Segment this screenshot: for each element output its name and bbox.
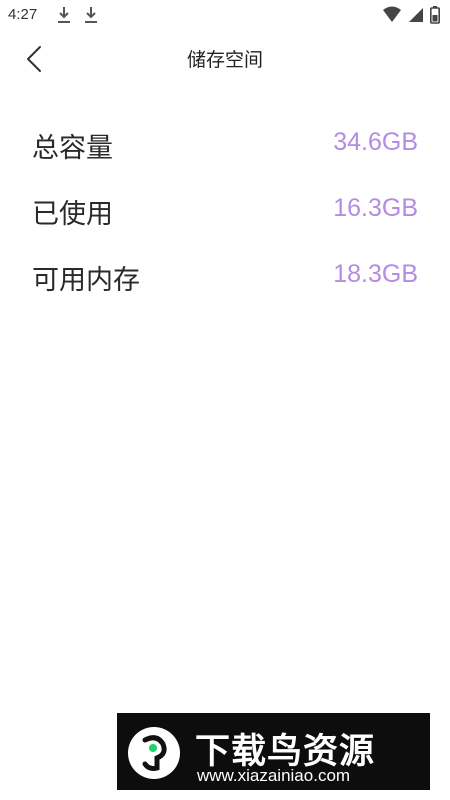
- cell-signal-icon: [408, 8, 423, 22]
- row-value: 34.6GB: [333, 128, 418, 156]
- status-bar: 4:27: [0, 0, 450, 30]
- status-time: 4:27: [8, 6, 38, 23]
- storage-row-used: 已使用 16.3GB: [0, 184, 450, 250]
- bird-logo-icon: [128, 727, 180, 779]
- row-label: 可用内存: [32, 265, 140, 296]
- wifi-icon: [382, 6, 401, 22]
- storage-row-total: 总容量 34.6GB: [0, 118, 450, 184]
- battery-icon: [430, 6, 440, 24]
- storage-row-available: 可用内存 18.3GB: [0, 250, 450, 316]
- row-value: 18.3GB: [333, 260, 418, 288]
- row-value: 16.3GB: [333, 194, 418, 222]
- top-app-bar: 储存空间: [0, 35, 450, 81]
- watermark-url: www.xiazainiao.com: [197, 766, 351, 785]
- row-label: 已使用: [32, 199, 113, 230]
- row-label: 总容量: [32, 133, 113, 164]
- page-title: 储存空间: [186, 49, 263, 71]
- system-icons: [382, 6, 440, 24]
- storage-list: 总容量 34.6GB 已使用 16.3GB 可用内存 18.3GB: [0, 118, 450, 316]
- download-icon: [85, 7, 97, 23]
- watermark-banner: 下载鸟资源 www.xiazainiao.com: [117, 713, 430, 790]
- download-icon: [58, 7, 70, 23]
